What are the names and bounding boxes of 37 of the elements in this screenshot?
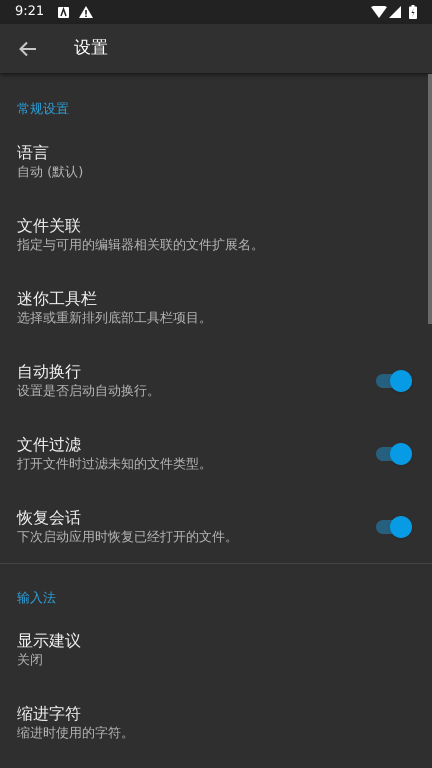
setting-title: 语言 xyxy=(17,142,50,164)
warning-icon xyxy=(79,6,94,18)
battery-icon xyxy=(409,5,417,19)
toggle-switch[interactable] xyxy=(376,514,412,538)
setting-title: 恢复会话 xyxy=(17,506,82,528)
settings-item[interactable]: 缩进字符 缩进时使用的字符。 xyxy=(0,686,432,759)
notification-icon xyxy=(58,6,70,18)
settings-item[interactable]: 恢复会话 下次启动应用时恢复已经打开的文件。 xyxy=(0,490,432,563)
setting-summary: 选择或重新排列底部工具栏项目。 xyxy=(17,310,213,328)
settings-item[interactable]: 文件过滤 打开文件时过滤未知的文件类型。 xyxy=(0,417,432,490)
setting-summary: 自动 (默认) xyxy=(17,164,84,182)
setting-summary: 下次启动应用时恢复已经打开的文件。 xyxy=(17,528,239,546)
section-header: 输入法 xyxy=(17,591,56,606)
setting-summary: 打开文件时过滤未知的文件类型。 xyxy=(17,456,213,474)
section-header: 常规设置 xyxy=(17,102,69,117)
toggle-switch[interactable] xyxy=(376,442,412,466)
app-bar-title: 设置 xyxy=(74,36,108,60)
settings-item[interactable]: 语言 自动 (默认) xyxy=(0,125,432,198)
setting-title: 显示建议 xyxy=(17,630,82,652)
setting-summary: 关闭 xyxy=(17,652,44,670)
setting-title: 缩进字符 xyxy=(17,702,82,724)
setting-title: 自动换行 xyxy=(17,360,82,382)
setting-summary: 缩进时使用的字符。 xyxy=(17,724,135,742)
setting-title: 迷你工具栏 xyxy=(17,288,98,310)
setting-title: 文件过滤 xyxy=(17,434,82,456)
settings-item[interactable]: 迷你工具栏 选择或重新排列底部工具栏项目。 xyxy=(0,271,432,344)
setting-summary: 指定与可用的编辑器相关联的文件扩展名。 xyxy=(17,236,265,254)
setting-title: 文件关联 xyxy=(17,214,82,236)
back-arrow-icon xyxy=(19,40,37,56)
settings-item[interactable]: 自动换行 设置是否启动自动换行。 xyxy=(0,344,432,417)
setting-summary: 设置是否启动自动换行。 xyxy=(17,382,161,400)
wifi-icon xyxy=(371,6,387,18)
settings-item[interactable]: 文件关联 指定与可用的编辑器相关联的文件扩展名。 xyxy=(0,198,432,271)
status-time: 9:21 xyxy=(15,3,44,22)
signal-icon xyxy=(389,6,401,18)
settings-item[interactable]: 显示建议 关闭 xyxy=(0,613,432,686)
toggle-switch[interactable] xyxy=(376,368,412,392)
